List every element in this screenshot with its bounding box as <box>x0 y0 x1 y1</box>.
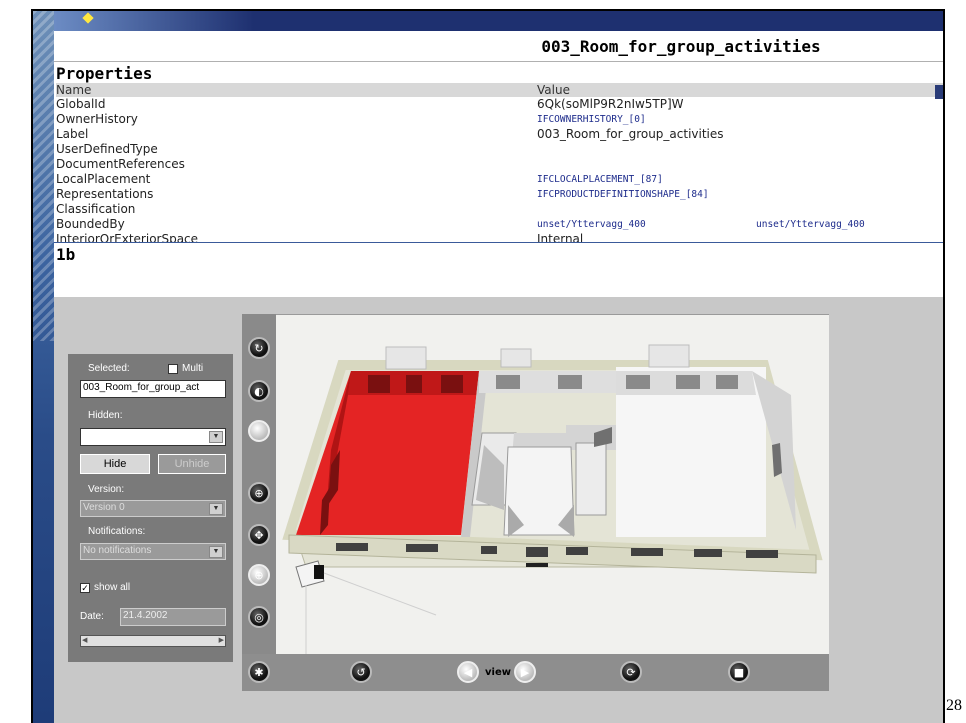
date-label: Date: <box>80 611 104 622</box>
property-row: Label 003_Room_for_group_activities <box>56 127 943 142</box>
property-name: GlobalId <box>56 97 106 111</box>
section-tag: 1b <box>56 245 76 264</box>
light-icon[interactable] <box>248 420 270 442</box>
property-row: Classification <box>56 202 943 217</box>
viewer-toolbar-left: ↻ ◐ ⊕ ✥ ⊕ ◎ <box>242 314 276 654</box>
refresh-icon[interactable]: ↺ <box>350 661 372 683</box>
hidden-dropdown[interactable]: ▼ <box>80 428 226 446</box>
model-viewer: ↻ ◐ ⊕ ✥ ⊕ ◎ ✱ ↺ ◀ view ▶ ⟳ ■ <box>242 314 829 691</box>
notifications-label: Notifications: <box>88 526 146 537</box>
properties-heading: Properties <box>56 64 153 83</box>
property-value: 003_Room_for_group_activities <box>537 127 724 141</box>
page-number: 28 <box>946 697 962 714</box>
property-sheet: 003_Room_for_group_activities Properties… <box>54 31 943 297</box>
property-row: BoundedBy unset/Yttervagg_400 unset/Ytterv… <box>56 217 943 232</box>
next-view-icon[interactable]: ▶ <box>514 661 536 683</box>
properties-header-row: Name Value <box>56 83 943 97</box>
slider-right-arrow-icon[interactable]: ▶ <box>219 636 224 644</box>
dropdown-arrow-icon[interactable]: ▼ <box>209 546 223 558</box>
date-field[interactable]: 21.4.2002 <box>120 608 226 626</box>
property-name: Representations <box>56 187 154 201</box>
property-row: GlobalId 6Qk(soMlP9R2nIw5TP]W <box>56 97 943 112</box>
dropdown-arrow-icon[interactable]: ▼ <box>209 431 223 443</box>
notifications-dropdown[interactable]: No notifications ▼ <box>80 543 226 560</box>
slider-left-arrow-icon[interactable]: ◀ <box>82 636 87 644</box>
hidden-label: Hidden: <box>88 410 123 421</box>
property-name: InteriorOrExteriorSpace <box>56 232 199 242</box>
version-dropdown-value: Version 0 <box>83 502 125 513</box>
properties-divider <box>54 242 943 243</box>
version-label: Version: <box>88 484 125 495</box>
property-name: DocumentReferences <box>56 157 185 171</box>
cycle-icon[interactable]: ⟳ <box>620 661 642 683</box>
properties-table: Name Value GlobalId 6Qk(soMlP9R2nIw5TP]W O… <box>54 83 943 242</box>
property-name: OwnerHistory <box>56 112 138 126</box>
property-row: InteriorOrExteriorSpace Internal <box>56 232 943 242</box>
property-value[interactable]: IFCOWNERHISTORY_[0] <box>537 112 646 127</box>
date-slider[interactable]: ◀ ▶ <box>80 635 226 647</box>
notifications-dropdown-value: No notifications <box>83 545 152 556</box>
settings-icon[interactable]: ✱ <box>248 661 270 683</box>
walk-icon[interactable]: ⊕ <box>248 564 270 586</box>
dropdown-arrow-icon[interactable]: ▼ <box>209 503 223 515</box>
multi-checkbox[interactable] <box>168 364 178 374</box>
decorative-left-strip <box>33 11 54 723</box>
pan-icon[interactable]: ✥ <box>248 524 270 546</box>
property-row: LocalPlacement IFCLOCALPLACEMENT_[87] <box>56 172 943 187</box>
hide-button[interactable]: Hide <box>80 454 150 474</box>
floor-plan-3d <box>282 344 823 654</box>
unhide-button[interactable]: Unhide <box>158 454 226 474</box>
property-value[interactable]: IFCLOCALPLACEMENT_[87] <box>537 172 663 187</box>
property-row: Representations IFCPRODUCTDEFINITIONSHAPE… <box>56 187 943 202</box>
viewer-toolbar-bottom: ✱ ↺ ◀ view ▶ ⟳ ■ <box>242 654 829 691</box>
orbit-icon[interactable]: ◐ <box>248 380 270 402</box>
slide-frame: 003_Room_for_group_activities Properties… <box>31 9 945 723</box>
zoom-icon[interactable]: ⊕ <box>248 482 270 504</box>
title-divider <box>54 61 943 62</box>
top-bar <box>54 11 943 31</box>
selection-panel: Selected: Multi 003_Room_for_group_act H… <box>68 354 233 662</box>
stop-icon[interactable]: ■ <box>728 661 750 683</box>
property-name: LocalPlacement <box>56 172 151 186</box>
property-name: Classification <box>56 202 136 216</box>
show-all-label: show all <box>94 582 131 593</box>
property-row: OwnerHistory IFCOWNERHISTORY_[0] <box>56 112 943 127</box>
3d-scene[interactable] <box>276 315 829 654</box>
property-name: UserDefinedType <box>56 142 158 156</box>
column-header-name: Name <box>56 83 92 97</box>
property-value: Internal <box>537 232 584 242</box>
property-value-secondary[interactable]: unset/Yttervagg_400 <box>756 217 865 232</box>
scrollbar-thumb[interactable] <box>935 85 943 99</box>
show-all-checkbox[interactable]: ✓ <box>80 583 90 593</box>
property-name: BoundedBy <box>56 217 125 231</box>
page-title: 003_Room_for_group_activities <box>541 37 821 56</box>
reset-icon[interactable]: ◎ <box>248 606 270 628</box>
property-value[interactable]: IFCPRODUCTDEFINITIONSHAPE_[84] <box>537 187 709 202</box>
selected-label: Selected: <box>88 363 130 374</box>
property-name: Label <box>56 127 89 141</box>
rotate-icon[interactable]: ↻ <box>248 337 270 359</box>
view-label: view <box>485 667 511 678</box>
multi-label: Multi <box>182 363 204 374</box>
selected-field[interactable]: 003_Room_for_group_act <box>80 380 226 398</box>
previous-view-icon[interactable]: ◀ <box>457 661 479 683</box>
column-header-value: Value <box>537 83 570 97</box>
top-bar-glow <box>54 11 254 31</box>
property-value[interactable]: unset/Yttervagg_400 <box>537 217 646 232</box>
property-value: 6Qk(soMlP9R2nIw5TP]W <box>537 97 684 111</box>
property-row: DocumentReferences <box>56 157 943 172</box>
property-row: UserDefinedType <box>56 142 943 157</box>
version-dropdown[interactable]: Version 0 ▼ <box>80 500 226 517</box>
